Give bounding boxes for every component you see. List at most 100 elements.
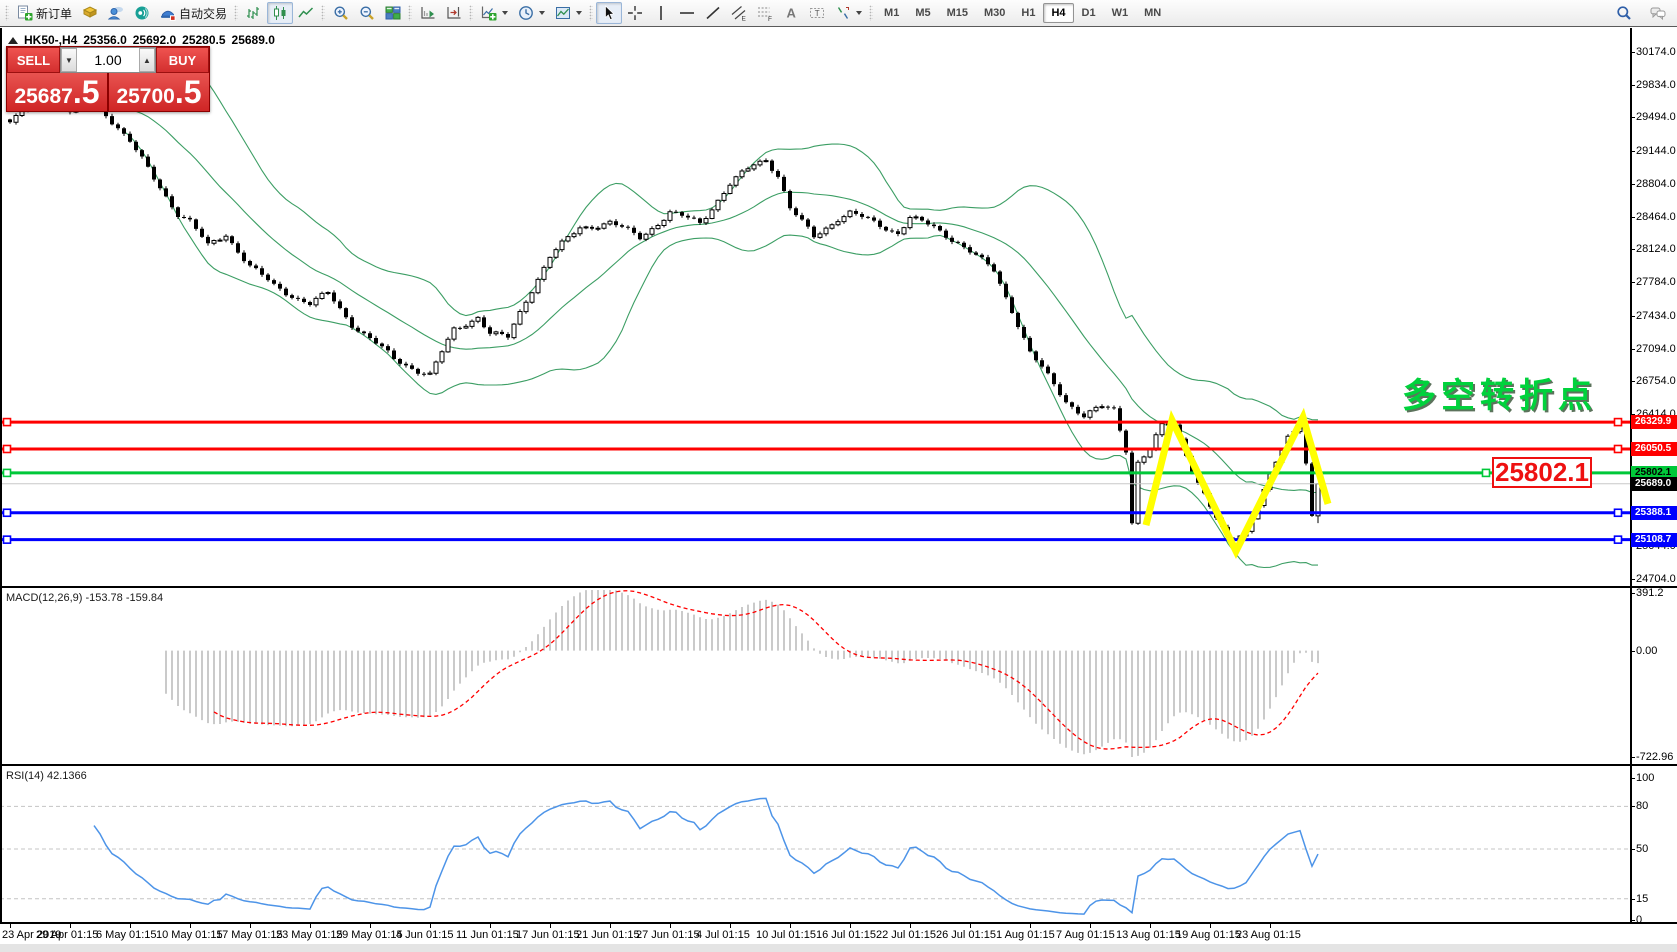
- time-axis-label: 1 Aug 01:15: [996, 929, 1055, 941]
- timeframe-m15-button[interactable]: M15: [939, 3, 976, 23]
- collapse-trade-panel-icon[interactable]: [8, 37, 18, 44]
- toolbar-zoom-out-button[interactable]: [354, 2, 380, 24]
- chart-title: HK50-,H425356.025692.025280.525689.0: [24, 33, 281, 47]
- toolbar-grip[interactable]: [469, 5, 473, 21]
- timeframe-mn-button[interactable]: MN: [1136, 3, 1169, 23]
- volume-decrement-button[interactable]: ▼: [61, 48, 77, 72]
- toolbar-arrows-button[interactable]: [830, 2, 867, 24]
- window-bottom-strip: [0, 944, 1677, 952]
- toolbar-signals-button[interactable]: [129, 2, 155, 24]
- timeframe-h4-button[interactable]: H4: [1043, 3, 1073, 23]
- horizontal-line-26050.5[interactable]: [2, 445, 1630, 452]
- sell-price-frac: .5: [73, 75, 100, 109]
- sell-price-display[interactable]: 25687.5: [7, 73, 107, 111]
- toolbar-market-watch-button[interactable]: [77, 2, 103, 24]
- line-endpoint-marker[interactable]: [1615, 419, 1622, 426]
- toolbar-zoom-in-button[interactable]: [328, 2, 354, 24]
- toolbar-cursor-button[interactable]: [596, 2, 622, 24]
- arrows-dropdown-caret[interactable]: [856, 11, 862, 15]
- time-axis-tick: [1090, 924, 1091, 928]
- toolbar-trendline-button[interactable]: [700, 2, 726, 24]
- timeframe-m5-button[interactable]: M5: [907, 3, 938, 23]
- timeframe-m30-button[interactable]: M30: [976, 3, 1013, 23]
- auto-trading-icon: [160, 5, 176, 21]
- time-axis-tick: [430, 924, 431, 928]
- sell-button[interactable]: SELL: [7, 47, 60, 73]
- toolbar-templates-button[interactable]: [550, 2, 587, 24]
- toolbar-horizontal-line-button[interactable]: [674, 2, 700, 24]
- toolbar-grip[interactable]: [321, 5, 325, 21]
- toolbar-fibonacci-button[interactable]: F: [752, 2, 778, 24]
- toolbar-tile-windows-button[interactable]: [380, 2, 406, 24]
- line-endpoint-marker[interactable]: [4, 469, 11, 476]
- text-icon: A: [783, 5, 799, 21]
- toolbar-crosshair-button[interactable]: [622, 2, 648, 24]
- toolbar-bar-chart-button[interactable]: [241, 2, 267, 24]
- volume-increment-button[interactable]: ▲: [139, 48, 155, 72]
- turning-point-annotation[interactable]: 多空转折点: [1402, 368, 1597, 417]
- time-axis-label: 16 Jul 01:15: [816, 929, 876, 941]
- vertical-line-icon: [653, 5, 669, 21]
- toolbar-periods-button[interactable]: [513, 2, 550, 24]
- line-endpoint-marker[interactable]: [4, 445, 11, 452]
- toolbar-grip[interactable]: [5, 5, 9, 21]
- toolbar-chat-button[interactable]: [1645, 2, 1671, 24]
- toolbar-community-button[interactable]: [103, 2, 129, 24]
- time-axis-label: 13 Aug 01:15: [1116, 929, 1181, 941]
- price-axis-label: 28124.0: [1636, 243, 1676, 255]
- toolbar-line-chart-button[interactable]: [293, 2, 319, 24]
- rsi-axis-label: 80: [1636, 800, 1648, 812]
- time-axis-tick: [490, 924, 491, 928]
- horizontal-line-25388.1[interactable]: [2, 509, 1630, 516]
- new-chart-dropdown-caret[interactable]: [502, 11, 508, 15]
- buy-price-display[interactable]: 25700.5: [109, 73, 209, 111]
- toolbar-vertical-line-button[interactable]: [648, 2, 674, 24]
- line-endpoint-marker[interactable]: [1615, 536, 1622, 543]
- line-endpoint-marker[interactable]: [4, 509, 11, 516]
- line-endpoint-marker[interactable]: [1615, 509, 1622, 516]
- candlestick-icon: [272, 5, 288, 21]
- toolbar-grip[interactable]: [408, 5, 412, 21]
- horizontal-line-icon: [679, 5, 695, 21]
- macd-rsi-separator[interactable]: [0, 764, 1677, 766]
- timeframe-m1-button[interactable]: M1: [876, 3, 907, 23]
- toolbar-auto-trading-button[interactable]: 自动交易: [155, 2, 232, 24]
- toolbar-grip[interactable]: [234, 5, 238, 21]
- horizontal-line-25802.1[interactable]: [2, 469, 1630, 476]
- toolbar-grip[interactable]: [589, 5, 593, 21]
- toolbar-grip[interactable]: [869, 5, 873, 21]
- periods-dropdown-caret[interactable]: [539, 11, 545, 15]
- timeframe-w1-button[interactable]: W1: [1104, 3, 1137, 23]
- toolbar-new-order-button[interactable]: 新订单: [12, 2, 77, 24]
- toolbar-chart-shift-button[interactable]: [441, 2, 467, 24]
- toolbar-group-3: [406, 0, 467, 26]
- toolbar-group-2: [319, 0, 406, 26]
- timeframe-h1-button[interactable]: H1: [1013, 3, 1043, 23]
- line-endpoint-marker[interactable]: [1615, 445, 1622, 452]
- main-macd-separator[interactable]: [0, 586, 1677, 588]
- time-axis-label: 29 May 01:15: [336, 929, 403, 941]
- line-endpoint-marker[interactable]: [1483, 469, 1490, 476]
- time-axis-tick: [1210, 924, 1211, 928]
- volume-input[interactable]: 1.00: [77, 48, 139, 72]
- buy-button[interactable]: BUY: [156, 47, 209, 73]
- timeframe-d1-button[interactable]: D1: [1074, 3, 1104, 23]
- toolbar-text-button[interactable]: A: [778, 2, 804, 24]
- toolbar-search-button[interactable]: [1611, 2, 1637, 24]
- time-axis-tick: [130, 924, 131, 928]
- toolbar-text-label-button[interactable]: T: [804, 2, 830, 24]
- line-endpoint-marker[interactable]: [4, 419, 11, 426]
- horizontal-line-26329.9[interactable]: [2, 419, 1630, 426]
- bollinger-upper-band[interactable]: [124, 68, 1318, 420]
- time-axis-tick: [670, 924, 671, 928]
- templates-dropdown-caret[interactable]: [576, 11, 582, 15]
- toolbar-candlestick-chart-button[interactable]: [267, 2, 293, 24]
- toolbar-new-chart-button[interactable]: [476, 2, 513, 24]
- price-callout-label[interactable]: 25802.1: [1492, 457, 1592, 488]
- toolbar-equidistant-channel-button[interactable]: E: [726, 2, 752, 24]
- line-endpoint-marker[interactable]: [4, 536, 11, 543]
- horizontal-line-25108.7[interactable]: [2, 536, 1630, 543]
- time-axis-label: 11 Jun 01:15: [456, 929, 519, 941]
- time-axis-label: 10 May 01:15: [156, 929, 223, 941]
- toolbar-auto-scroll-button[interactable]: [415, 2, 441, 24]
